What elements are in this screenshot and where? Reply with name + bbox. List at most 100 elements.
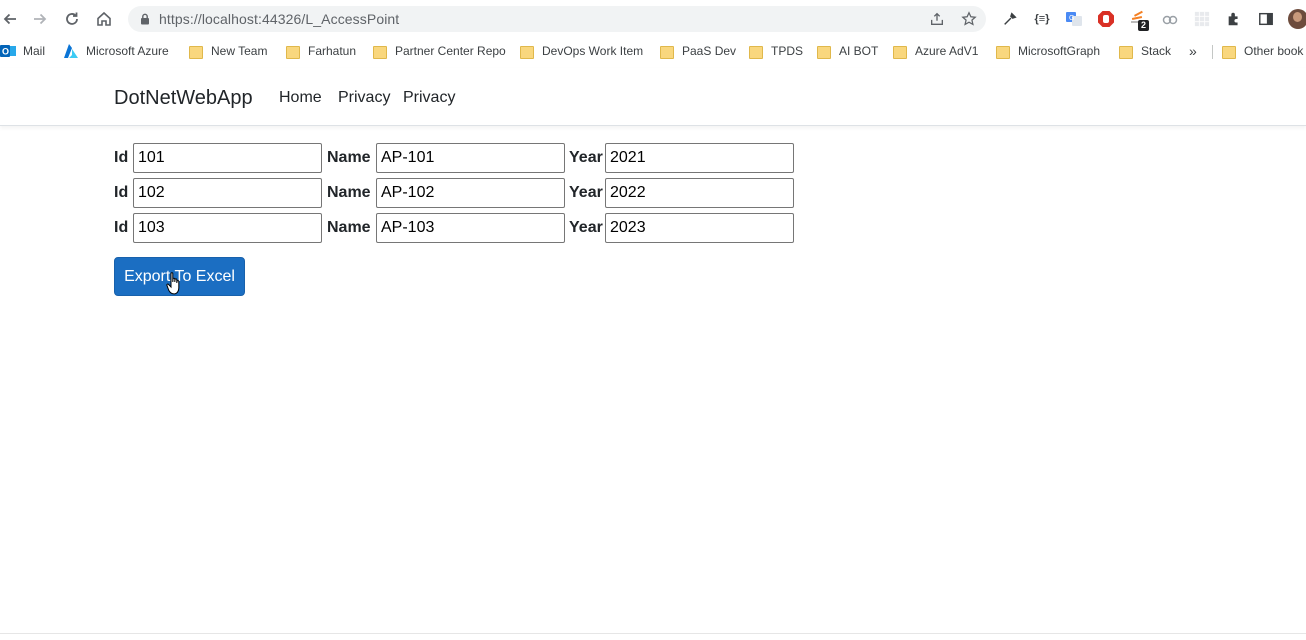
bookmarks-bar: O Mail Microsoft Azure New Team Farhatun… [0,38,1306,64]
bookmark-azure-adv1[interactable]: Azure AdV1 [893,42,978,60]
bookmark-label: TPDS [771,44,804,58]
star-icon [961,11,977,26]
web-page: DotNetWebApp Home Privacy Privacy Id Nam… [0,68,1306,640]
name-label: Name [327,184,371,201]
profile-avatar[interactable] [1288,9,1306,29]
bookmark-label: Azure AdV1 [915,44,979,58]
nav-link-home[interactable]: Home [279,89,322,107]
side-panel-button[interactable] [1256,9,1276,29]
adblock-extension[interactable] [1096,9,1116,29]
bookmark-label: Partner Center Repo [395,44,506,58]
year-label: Year [569,149,603,166]
site-navbar: DotNetWebApp Home Privacy Privacy [0,68,1306,126]
id-input[interactable] [133,178,322,208]
share-button[interactable] [928,10,946,28]
bookmark-paas-dev[interactable]: PaaS Dev [660,42,736,60]
bookmark-tpds[interactable]: TPDS [749,42,803,60]
folder-icon [996,45,1010,59]
translate-extension[interactable]: G [1064,9,1084,29]
id-input[interactable] [133,143,322,173]
folder-icon [749,45,763,59]
home-icon [97,11,111,26]
url-text: https://localhost:44326/L_AccessPoint [159,11,400,27]
extension-badge: 2 [1138,20,1149,31]
folder-icon [660,45,674,59]
bookmarks-divider [1212,45,1213,59]
home-button[interactable] [94,9,114,29]
bookmark-mail[interactable]: O Mail [0,42,45,60]
page-bottom-border [0,633,1306,634]
json-extension[interactable]: {≡} [1032,9,1052,29]
id-label: Id [114,219,129,236]
back-button[interactable] [0,9,20,29]
folder-icon [1222,45,1236,59]
bookmark-label: AI BOT [839,44,879,58]
eyedropper-extension[interactable] [1000,9,1020,29]
forward-button[interactable] [30,9,50,29]
name-input[interactable] [376,143,565,173]
reload-icon [66,12,78,25]
bookmark-label: Microsoft Azure [86,44,169,58]
folder-icon [520,45,534,59]
stop-hand-icon [1098,11,1114,27]
hand-cursor-icon [166,272,180,295]
bookmark-stack[interactable]: Stack [1119,42,1171,60]
reload-button[interactable] [62,9,82,29]
id-input[interactable] [133,213,322,243]
bookmark-label: New Team [211,44,268,58]
translate-icon: G [1066,12,1082,26]
bookmark-microsoftgraph[interactable]: MicrosoftGraph [996,42,1100,60]
bookmark-farhatun[interactable]: Farhatun [286,42,356,60]
stack-extension[interactable]: 2 [1128,9,1149,31]
svg-text:G: G [1069,15,1074,22]
folder-icon [373,45,387,59]
bookmark-new-team[interactable]: New Team [189,42,267,60]
bookmark-microsoft-azure[interactable]: Microsoft Azure [63,42,169,60]
nav-link-privacy-2[interactable]: Privacy [403,89,455,107]
bookmark-label: PaaS Dev [682,44,737,58]
browser-toolbar: https://localhost:44326/L_AccessPoint {≡… [0,0,1306,38]
year-input[interactable] [605,213,794,243]
name-input[interactable] [376,178,565,208]
bookmark-label: DevOps Work Item [542,44,644,58]
folder-icon [286,45,300,59]
bookmark-label: Mail [23,44,46,58]
folder-icon [1119,45,1133,59]
nav-link-privacy[interactable]: Privacy [338,89,390,107]
arrow-left-icon [3,13,16,25]
azure-icon [64,44,78,58]
name-input[interactable] [376,213,565,243]
folder-icon [189,45,203,59]
eyedropper-icon [1004,12,1017,25]
more-bookmarks-button[interactable]: » [1189,42,1197,60]
bookmark-star-button[interactable] [960,10,978,28]
chain-icon [1162,15,1178,25]
arrow-right-icon [34,13,47,25]
outlook-icon: O [0,45,16,57]
braces-icon: {≡} [1034,13,1050,25]
address-bar[interactable]: https://localhost:44326/L_AccessPoint [128,6,986,32]
year-label: Year [569,184,603,201]
name-label: Name [327,219,371,236]
chevron-double-right-icon: » [1189,43,1197,59]
bookmark-label: Other book [1244,44,1304,58]
extensions-menu-button[interactable] [1224,9,1244,29]
bookmark-label: MicrosoftGraph [1018,44,1101,58]
bookmark-partner-center-repo[interactable]: Partner Center Repo [373,42,506,60]
puzzle-icon [1228,12,1238,26]
id-label: Id [114,149,129,166]
share-icon [931,12,943,25]
grid-extension[interactable] [1192,9,1212,29]
year-input[interactable] [605,143,794,173]
bookmark-label: Farhatun [308,44,357,58]
lock-icon [141,13,149,25]
link-extension[interactable] [1160,9,1180,29]
year-input[interactable] [605,178,794,208]
brand-link[interactable]: DotNetWebApp [114,87,253,110]
svg-text:O: O [2,47,9,57]
name-label: Name [327,149,371,166]
folder-icon [893,45,907,59]
bookmark-other-bookmarks[interactable]: Other book [1222,42,1303,60]
bookmark-ai-bot[interactable]: AI BOT [817,42,878,60]
bookmark-devops-work-item[interactable]: DevOps Work Item [520,42,643,60]
